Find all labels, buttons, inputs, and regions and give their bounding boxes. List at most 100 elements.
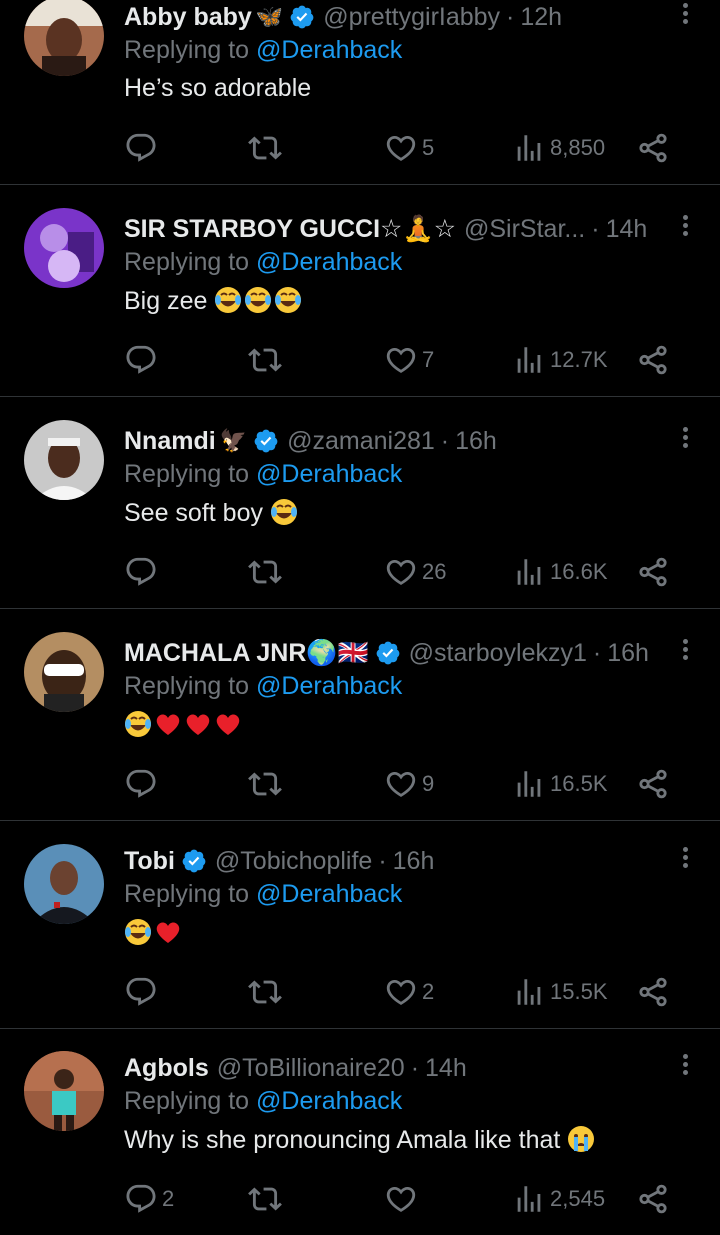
views-button[interactable]: 15.5K	[512, 972, 608, 1012]
action-bar: 9 16.5K	[124, 764, 684, 804]
view-count: 16.5K	[550, 771, 608, 796]
reply-button[interactable]	[124, 972, 162, 1012]
avatar[interactable]	[24, 844, 104, 924]
retweet-button[interactable]	[248, 552, 282, 592]
like-button[interactable]: 2	[384, 972, 434, 1012]
retweet-button[interactable]	[248, 972, 282, 1012]
like-button[interactable]: 7	[384, 340, 434, 380]
reply-count: 2	[162, 1186, 175, 1211]
like-button[interactable]: 26	[384, 552, 446, 592]
like-button[interactable]: 5	[384, 128, 434, 168]
like-button[interactable]: 9	[384, 764, 434, 804]
tweet-text: See soft boy	[124, 498, 300, 528]
more-icon[interactable]	[678, 636, 692, 666]
like-count: 9	[422, 771, 435, 796]
share-button[interactable]	[636, 340, 670, 380]
display-name[interactable]: Abby baby	[124, 3, 252, 32]
user-handle[interactable]: @starboylekzy1	[409, 639, 587, 668]
timestamp[interactable]: 14h	[425, 1054, 467, 1083]
like-button[interactable]	[384, 1179, 422, 1219]
display-name[interactable]: Agbols	[124, 1054, 209, 1083]
reply-button[interactable]: 2	[124, 1179, 174, 1219]
views-button[interactable]: 16.5K	[512, 764, 608, 804]
reply-tweet[interactable]: MACHALA JNR🌍🇬🇧 @starboylekzy1 · 16h Repl…	[0, 632, 720, 820]
reply-button[interactable]	[124, 340, 162, 380]
share-button[interactable]	[636, 972, 670, 1012]
views-button[interactable]: 12.7K	[512, 340, 608, 380]
user-handle[interactable]: @ToBillionaire20	[217, 1054, 405, 1083]
avatar[interactable]	[24, 0, 104, 76]
user-handle[interactable]: @SirStar...	[464, 215, 585, 244]
replying-to-label: Replying to	[124, 460, 250, 488]
reply-button[interactable]	[124, 552, 162, 592]
reply-tweet[interactable]: Nnamdi 🦅 @zamani281 · 16h Replying to @D…	[0, 420, 720, 608]
heart-emoji	[154, 711, 184, 739]
reply-tweet[interactable]: Agbols @ToBillionaire20 · 14h Replying t…	[0, 1051, 720, 1235]
avatar[interactable]	[24, 632, 104, 712]
more-icon[interactable]	[678, 212, 692, 242]
reply-icon	[126, 977, 156, 1006]
tweet-text	[124, 918, 184, 948]
display-name[interactable]: Nnamdi	[124, 427, 216, 456]
mention-link[interactable]: @Derahback	[256, 1087, 402, 1115]
more-icon[interactable]	[678, 424, 692, 454]
timestamp[interactable]: 16h	[455, 427, 497, 456]
views-button[interactable]: 16.6K	[512, 552, 608, 592]
tweet-header: Agbols @ToBillionaire20 · 14h	[124, 1051, 664, 1085]
mention-link[interactable]: @Derahback	[256, 36, 402, 64]
display-name[interactable]: SIR STARBOY GUCCI☆🧘☆	[124, 214, 456, 244]
avatar[interactable]	[24, 208, 104, 288]
views-button[interactable]: 2,545	[512, 1179, 605, 1219]
like-count: 5	[422, 135, 435, 160]
share-button[interactable]	[636, 128, 670, 168]
mention-link[interactable]: @Derahback	[256, 248, 402, 276]
display-name[interactable]: MACHALA JNR🌍🇬🇧	[124, 639, 369, 668]
tweet-text: Big zee	[124, 286, 304, 316]
more-icon[interactable]	[678, 844, 692, 874]
tweet-text-content: Why is she pronouncing Amala like that	[124, 1126, 561, 1154]
heart-icon	[386, 979, 416, 1005]
mention-link[interactable]: @Derahback	[256, 672, 402, 700]
replying-to-label: Replying to	[124, 1087, 250, 1115]
retweet-button[interactable]	[248, 128, 282, 168]
share-icon	[639, 1184, 667, 1214]
display-name[interactable]: Tobi	[124, 847, 175, 876]
share-icon	[639, 557, 667, 587]
retweet-button[interactable]	[248, 340, 282, 380]
timestamp[interactable]: 16h	[393, 847, 435, 876]
retweet-button[interactable]	[248, 1179, 282, 1219]
reply-button[interactable]	[124, 764, 162, 804]
reply-tweet[interactable]: Abby baby 🦋 @prettygirIabby · 12h Replyi…	[0, 0, 720, 184]
view-count: 8,850	[550, 135, 606, 160]
action-bar: 5 8,850	[124, 128, 684, 168]
more-icon[interactable]	[678, 1051, 692, 1081]
timestamp[interactable]: 14h	[606, 215, 648, 244]
avatar[interactable]	[24, 420, 104, 500]
timestamp[interactable]: 16h	[607, 639, 649, 668]
heart-icon	[386, 559, 416, 585]
replying-to-label: Replying to	[124, 672, 250, 700]
share-button[interactable]	[636, 552, 670, 592]
avatar[interactable]	[24, 1051, 104, 1131]
timestamp[interactable]: 12h	[520, 3, 562, 32]
more-icon[interactable]	[678, 0, 692, 30]
heart-icon	[386, 347, 416, 373]
views-button[interactable]: 8,850	[512, 128, 605, 168]
reply-button[interactable]	[124, 128, 162, 168]
user-handle[interactable]: @Tobichoplife	[215, 847, 372, 876]
verified-badge-icon	[290, 5, 314, 29]
mention-link[interactable]: @Derahback	[256, 880, 402, 908]
user-handle[interactable]: @zamani281	[287, 427, 435, 456]
reply-tweet[interactable]: SIR STARBOY GUCCI☆🧘☆ @SirStar... · 14h R…	[0, 208, 720, 396]
share-button[interactable]	[636, 764, 670, 804]
tweet-text: He’s so adorable	[124, 74, 311, 103]
divider	[0, 396, 720, 397]
reply-tweet[interactable]: Tobi @Tobichoplife · 16h Replying to @De…	[0, 844, 720, 1028]
like-count: 26	[422, 559, 447, 584]
mention-link[interactable]: @Derahback	[256, 460, 402, 488]
share-button[interactable]	[636, 1179, 670, 1219]
retweet-button[interactable]	[248, 764, 282, 804]
joy-emoji	[244, 287, 274, 315]
user-handle[interactable]: @prettygirIabby	[323, 3, 500, 32]
replying-to: Replying to @Derahback	[124, 36, 402, 65]
